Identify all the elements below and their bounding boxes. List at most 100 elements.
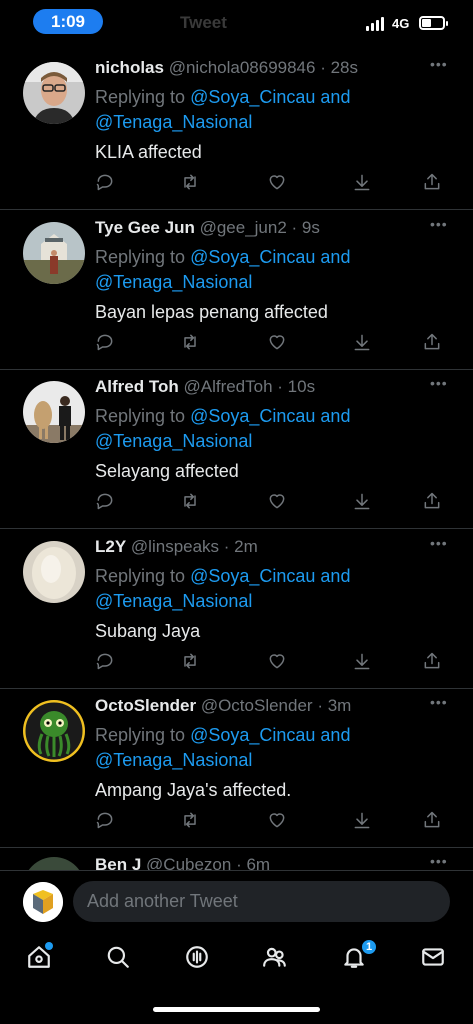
tweet-actions [95, 651, 453, 675]
user-handle[interactable]: @AlfredToh [183, 377, 272, 396]
mention-link[interactable]: @Tenaga_Nasional [95, 750, 252, 770]
tab-bar: 1 [0, 930, 473, 1024]
reply-icon[interactable] [95, 172, 117, 194]
tweet-time: · 10s [277, 377, 316, 396]
tweet-time: · 9s [291, 218, 320, 237]
download-icon[interactable] [352, 172, 374, 194]
download-icon[interactable] [352, 332, 374, 354]
tweet-time: · 3m [317, 696, 352, 715]
tweet[interactable]: Alfred Toh @AlfredToh · 10s ••• Replying… [0, 369, 473, 529]
replying-to-label: Replying to [95, 566, 186, 586]
avatar[interactable] [23, 857, 85, 870]
user-handle[interactable]: @gee_jun2 [200, 218, 287, 237]
replying-to-label: Replying to [95, 406, 186, 426]
user-handle[interactable]: @OctoSlender [201, 696, 313, 715]
mention-link[interactable]: @Tenaga_Nasional [95, 112, 252, 132]
share-icon[interactable] [422, 651, 444, 673]
like-icon[interactable] [267, 172, 289, 194]
retweet-icon[interactable] [180, 491, 202, 513]
more-options-icon[interactable]: ••• [430, 535, 448, 551]
tweet-text: KLIA affected [95, 142, 202, 162]
home-indicator[interactable] [153, 1007, 320, 1012]
avatar[interactable] [23, 700, 85, 762]
tweet[interactable]: L2Y @linspeaks · 2m ••• Replying to @Soy… [0, 529, 473, 689]
tweet-text: Subang Jaya [95, 621, 201, 641]
more-options-icon[interactable]: ••• [430, 853, 448, 869]
tweet-time: · 2m [223, 537, 258, 556]
new-content-dot [45, 942, 53, 950]
avatar[interactable] [23, 541, 85, 603]
display-name[interactable]: Alfred Toh [95, 377, 179, 396]
tweet-header: Alfred Toh @AlfredToh · 10s [95, 377, 315, 397]
search-icon[interactable] [105, 944, 133, 972]
tweet[interactable]: OctoSlender @OctoSlender · 3m ••• Replyi… [0, 688, 473, 848]
notification-badge: 1 [360, 938, 378, 956]
tweet[interactable]: nicholas @nichola08699846 · 28s ••• Repl… [0, 50, 473, 210]
reply-icon[interactable] [95, 810, 117, 832]
mention-link[interactable]: @Soya_Cincau and [190, 725, 350, 745]
faded-page-title: Tweet [180, 13, 227, 32]
replying-to-label: Replying to [95, 247, 186, 267]
avatar[interactable] [23, 222, 85, 284]
display-name[interactable]: OctoSlender [95, 696, 196, 715]
network-type: 4G [392, 16, 410, 31]
reply-icon[interactable] [95, 491, 117, 513]
mention-link[interactable]: @Tenaga_Nasional [95, 431, 252, 451]
retweet-icon[interactable] [180, 651, 202, 673]
share-icon[interactable] [422, 810, 444, 832]
status-time[interactable]: 1:09 [33, 9, 103, 34]
avatar[interactable] [23, 62, 85, 124]
tweet-header: OctoSlender @OctoSlender · 3m [95, 696, 351, 716]
more-options-icon[interactable]: ••• [430, 216, 448, 232]
share-icon[interactable] [422, 332, 444, 354]
replying-to: Replying to @Soya_Cincau and @Tenaga_Nas… [95, 723, 435, 773]
mail-icon[interactable] [420, 944, 448, 972]
reply-icon[interactable] [95, 651, 117, 673]
mention-link[interactable]: @Tenaga_Nasional [95, 272, 252, 292]
avatar[interactable] [23, 381, 85, 443]
like-icon[interactable] [267, 810, 289, 832]
mention-link[interactable]: @Soya_Cincau and [190, 566, 350, 586]
home-icon[interactable] [26, 942, 54, 972]
like-icon[interactable] [267, 651, 289, 673]
display-name[interactable]: nicholas [95, 58, 164, 77]
more-options-icon[interactable]: ••• [430, 694, 448, 710]
more-options-icon[interactable]: ••• [430, 375, 448, 391]
tweet-partial[interactable]: Ben J @Cubezon · 6m ••• [0, 843, 473, 870]
share-icon[interactable] [422, 172, 444, 194]
display-name[interactable]: L2Y [95, 537, 126, 556]
mention-link[interactable]: @Soya_Cincau and [190, 87, 350, 107]
avatar[interactable] [23, 882, 63, 922]
like-icon[interactable] [267, 332, 289, 354]
like-icon[interactable] [267, 491, 289, 513]
retweet-icon[interactable] [180, 172, 202, 194]
tweet-time: · 28s [320, 58, 359, 77]
user-handle[interactable]: @nichola08699846 [169, 58, 316, 77]
more-options-icon[interactable]: ••• [430, 56, 448, 72]
display-name[interactable]: Ben J [95, 855, 141, 870]
spaces-icon[interactable] [184, 944, 212, 972]
replying-to: Replying to @Soya_Cincau and @Tenaga_Nas… [95, 245, 435, 295]
download-icon[interactable] [352, 810, 374, 832]
download-icon[interactable] [352, 651, 374, 673]
reply-icon[interactable] [95, 332, 117, 354]
mention-link[interactable]: @Soya_Cincau and [190, 247, 350, 267]
tweet-actions [95, 332, 453, 356]
tweet-actions [95, 491, 453, 515]
add-tweet-input[interactable]: Add another Tweet [73, 881, 450, 922]
mention-link[interactable]: @Tenaga_Nasional [95, 591, 252, 611]
retweet-icon[interactable] [180, 332, 202, 354]
retweet-icon[interactable] [180, 810, 202, 832]
tweet-header: L2Y @linspeaks · 2m [95, 537, 258, 557]
download-icon[interactable] [352, 491, 374, 513]
user-handle[interactable]: @Cubezon [146, 855, 231, 870]
share-icon[interactable] [422, 491, 444, 513]
communities-icon[interactable] [262, 944, 290, 972]
user-handle[interactable]: @linspeaks [131, 537, 219, 556]
replying-to: Replying to @Soya_Cincau and @Tenaga_Nas… [95, 404, 435, 454]
tweet-actions [95, 810, 453, 834]
tweet-actions [95, 172, 453, 196]
display-name[interactable]: Tye Gee Jun [95, 218, 195, 237]
mention-link[interactable]: @Soya_Cincau and [190, 406, 350, 426]
tweet[interactable]: Tye Gee Jun @gee_jun2 · 9s ••• Replying … [0, 210, 473, 370]
